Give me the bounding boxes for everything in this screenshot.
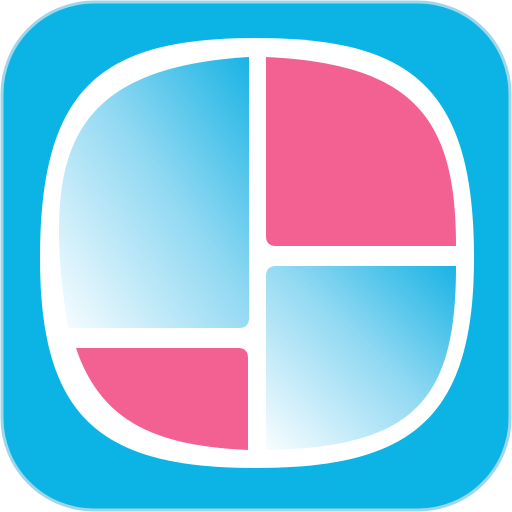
collage-app-icon[interactable] <box>0 0 512 512</box>
app-icon-canvas <box>0 0 512 512</box>
